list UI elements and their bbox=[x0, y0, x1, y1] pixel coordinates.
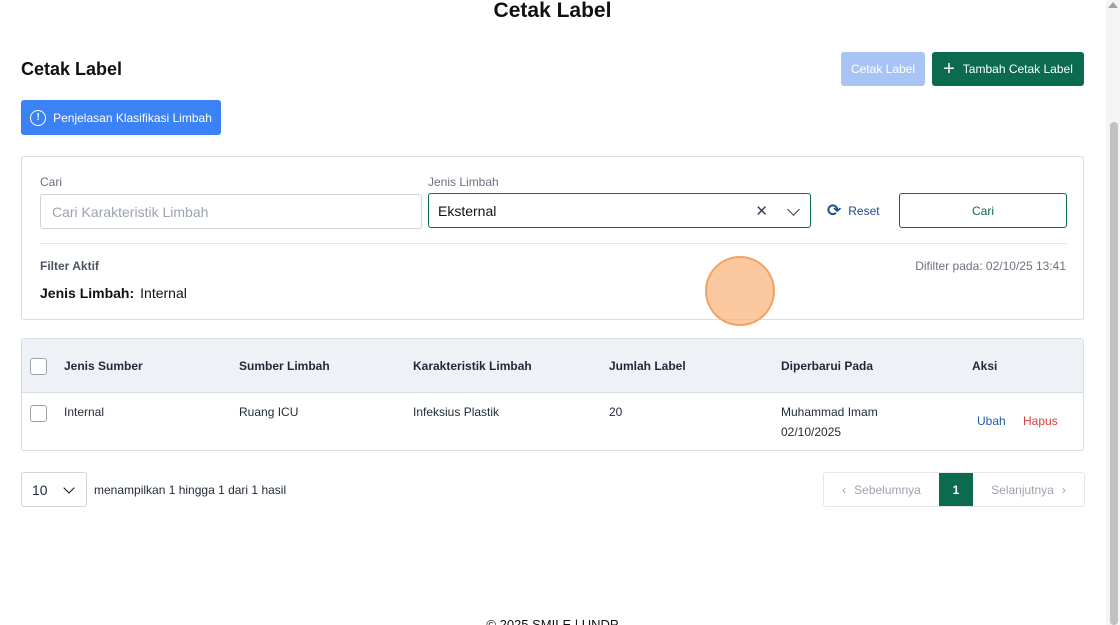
col-diperbarui-pada[interactable]: Diperbarui Pada bbox=[781, 359, 873, 373]
next-page-button[interactable]: Selanjutnya › bbox=[973, 473, 1084, 506]
top-title: Cetak Label bbox=[493, 0, 612, 22]
vertical-scrollbar[interactable] bbox=[1106, 0, 1120, 625]
jenis-limbah-select[interactable]: Eksternal ✕ bbox=[428, 193, 811, 228]
filter-aktif-title: Filter Aktif bbox=[40, 259, 99, 273]
jenis-limbah-value: Eksternal bbox=[438, 202, 497, 219]
scroll-up-arrow-icon[interactable] bbox=[1108, 2, 1118, 8]
clear-icon[interactable]: ✕ bbox=[755, 202, 768, 220]
cari-button[interactable]: Cari bbox=[899, 193, 1067, 228]
jenis-limbah-label: Jenis Limbah bbox=[428, 175, 499, 189]
cell-diperbarui-tanggal: 02/10/2025 bbox=[781, 425, 842, 439]
tambah-cetak-label-text: Tambah Cetak Label bbox=[962, 62, 1073, 76]
cell-diperbarui-oleh: Muhammad Imam bbox=[781, 405, 878, 419]
ubah-link[interactable]: Ubah bbox=[977, 411, 1006, 431]
chevron-right-icon: › bbox=[1061, 482, 1066, 497]
select-all-checkbox[interactable] bbox=[30, 358, 47, 375]
cetak-label-button[interactable]: Cetak Label bbox=[841, 52, 925, 86]
cell-karakteristik: Infeksius Plastik bbox=[413, 405, 500, 419]
pagination-summary: menampilkan 1 hingga 1 dari 1 hasil bbox=[94, 483, 287, 497]
penjelasan-klasifikasi-button[interactable]: ! Penjelasan Klasifikasi Limbah bbox=[21, 100, 221, 135]
active-filter-value: Internal bbox=[140, 285, 187, 301]
label-table: Jenis Sumber Sumber Limbah Karakteristik… bbox=[21, 338, 1084, 451]
filter-card: Cari Cari Karakteristik Limbah Jenis Lim… bbox=[21, 156, 1084, 320]
row-checkbox[interactable] bbox=[30, 405, 47, 422]
search-input[interactable]: Cari Karakteristik Limbah bbox=[40, 194, 422, 229]
cari-label: Cari bbox=[40, 175, 63, 189]
divider bbox=[40, 243, 1067, 244]
reset-text: Reset bbox=[848, 204, 880, 218]
plus-icon: + bbox=[943, 58, 955, 80]
table-header: Jenis Sumber Sumber Limbah Karakteristik… bbox=[22, 339, 1083, 393]
footer-copyright: © 2025 SMILE | UNDP bbox=[486, 617, 619, 625]
penjelasan-klasifikasi-text: Penjelasan Klasifikasi Limbah bbox=[53, 110, 212, 125]
filtered-at-text: Difilter pada: 02/10/25 13:41 bbox=[915, 259, 1066, 273]
page-size-select[interactable]: 10 bbox=[21, 472, 87, 507]
next-page-text: Selanjutnya bbox=[991, 482, 1054, 497]
tambah-cetak-label-button[interactable]: + Tambah Cetak Label bbox=[932, 52, 1084, 86]
col-jumlah-label[interactable]: Jumlah Label bbox=[609, 359, 686, 373]
click-indicator bbox=[705, 256, 775, 326]
chevron-down-icon bbox=[63, 482, 75, 494]
col-sumber-limbah[interactable]: Sumber Limbah bbox=[239, 359, 330, 373]
page-size-value: 10 bbox=[32, 481, 48, 498]
scrollbar-thumb[interactable] bbox=[1110, 122, 1118, 625]
cell-jenis-sumber: Internal bbox=[64, 405, 105, 419]
hapus-link[interactable]: Hapus bbox=[1023, 411, 1058, 431]
col-aksi: Aksi bbox=[972, 359, 998, 373]
prev-page-button[interactable]: ‹ Sebelumnya bbox=[824, 473, 939, 506]
active-filter: Jenis Limbah: Internal bbox=[40, 285, 187, 301]
reset-button[interactable]: ⟳ Reset bbox=[827, 201, 880, 221]
page-number-button[interactable]: 1 bbox=[939, 473, 973, 506]
info-icon: ! bbox=[30, 109, 47, 126]
col-karakteristik-limbah[interactable]: Karakteristik Limbah bbox=[413, 359, 532, 373]
cell-jumlah-label: 20 bbox=[609, 405, 623, 419]
refresh-icon: ⟳ bbox=[827, 201, 842, 220]
chevron-left-icon: ‹ bbox=[842, 482, 847, 497]
prev-page-text: Sebelumnya bbox=[854, 482, 921, 497]
cell-sumber-limbah: Ruang ICU bbox=[239, 405, 299, 419]
active-filter-key: Jenis Limbah: bbox=[40, 285, 135, 301]
col-jenis-sumber[interactable]: Jenis Sumber bbox=[64, 359, 143, 373]
chevron-down-icon[interactable] bbox=[787, 203, 800, 216]
page-title: Cetak Label bbox=[21, 59, 123, 79]
pagination: ‹ Sebelumnya 1 Selanjutnya › bbox=[823, 472, 1085, 507]
